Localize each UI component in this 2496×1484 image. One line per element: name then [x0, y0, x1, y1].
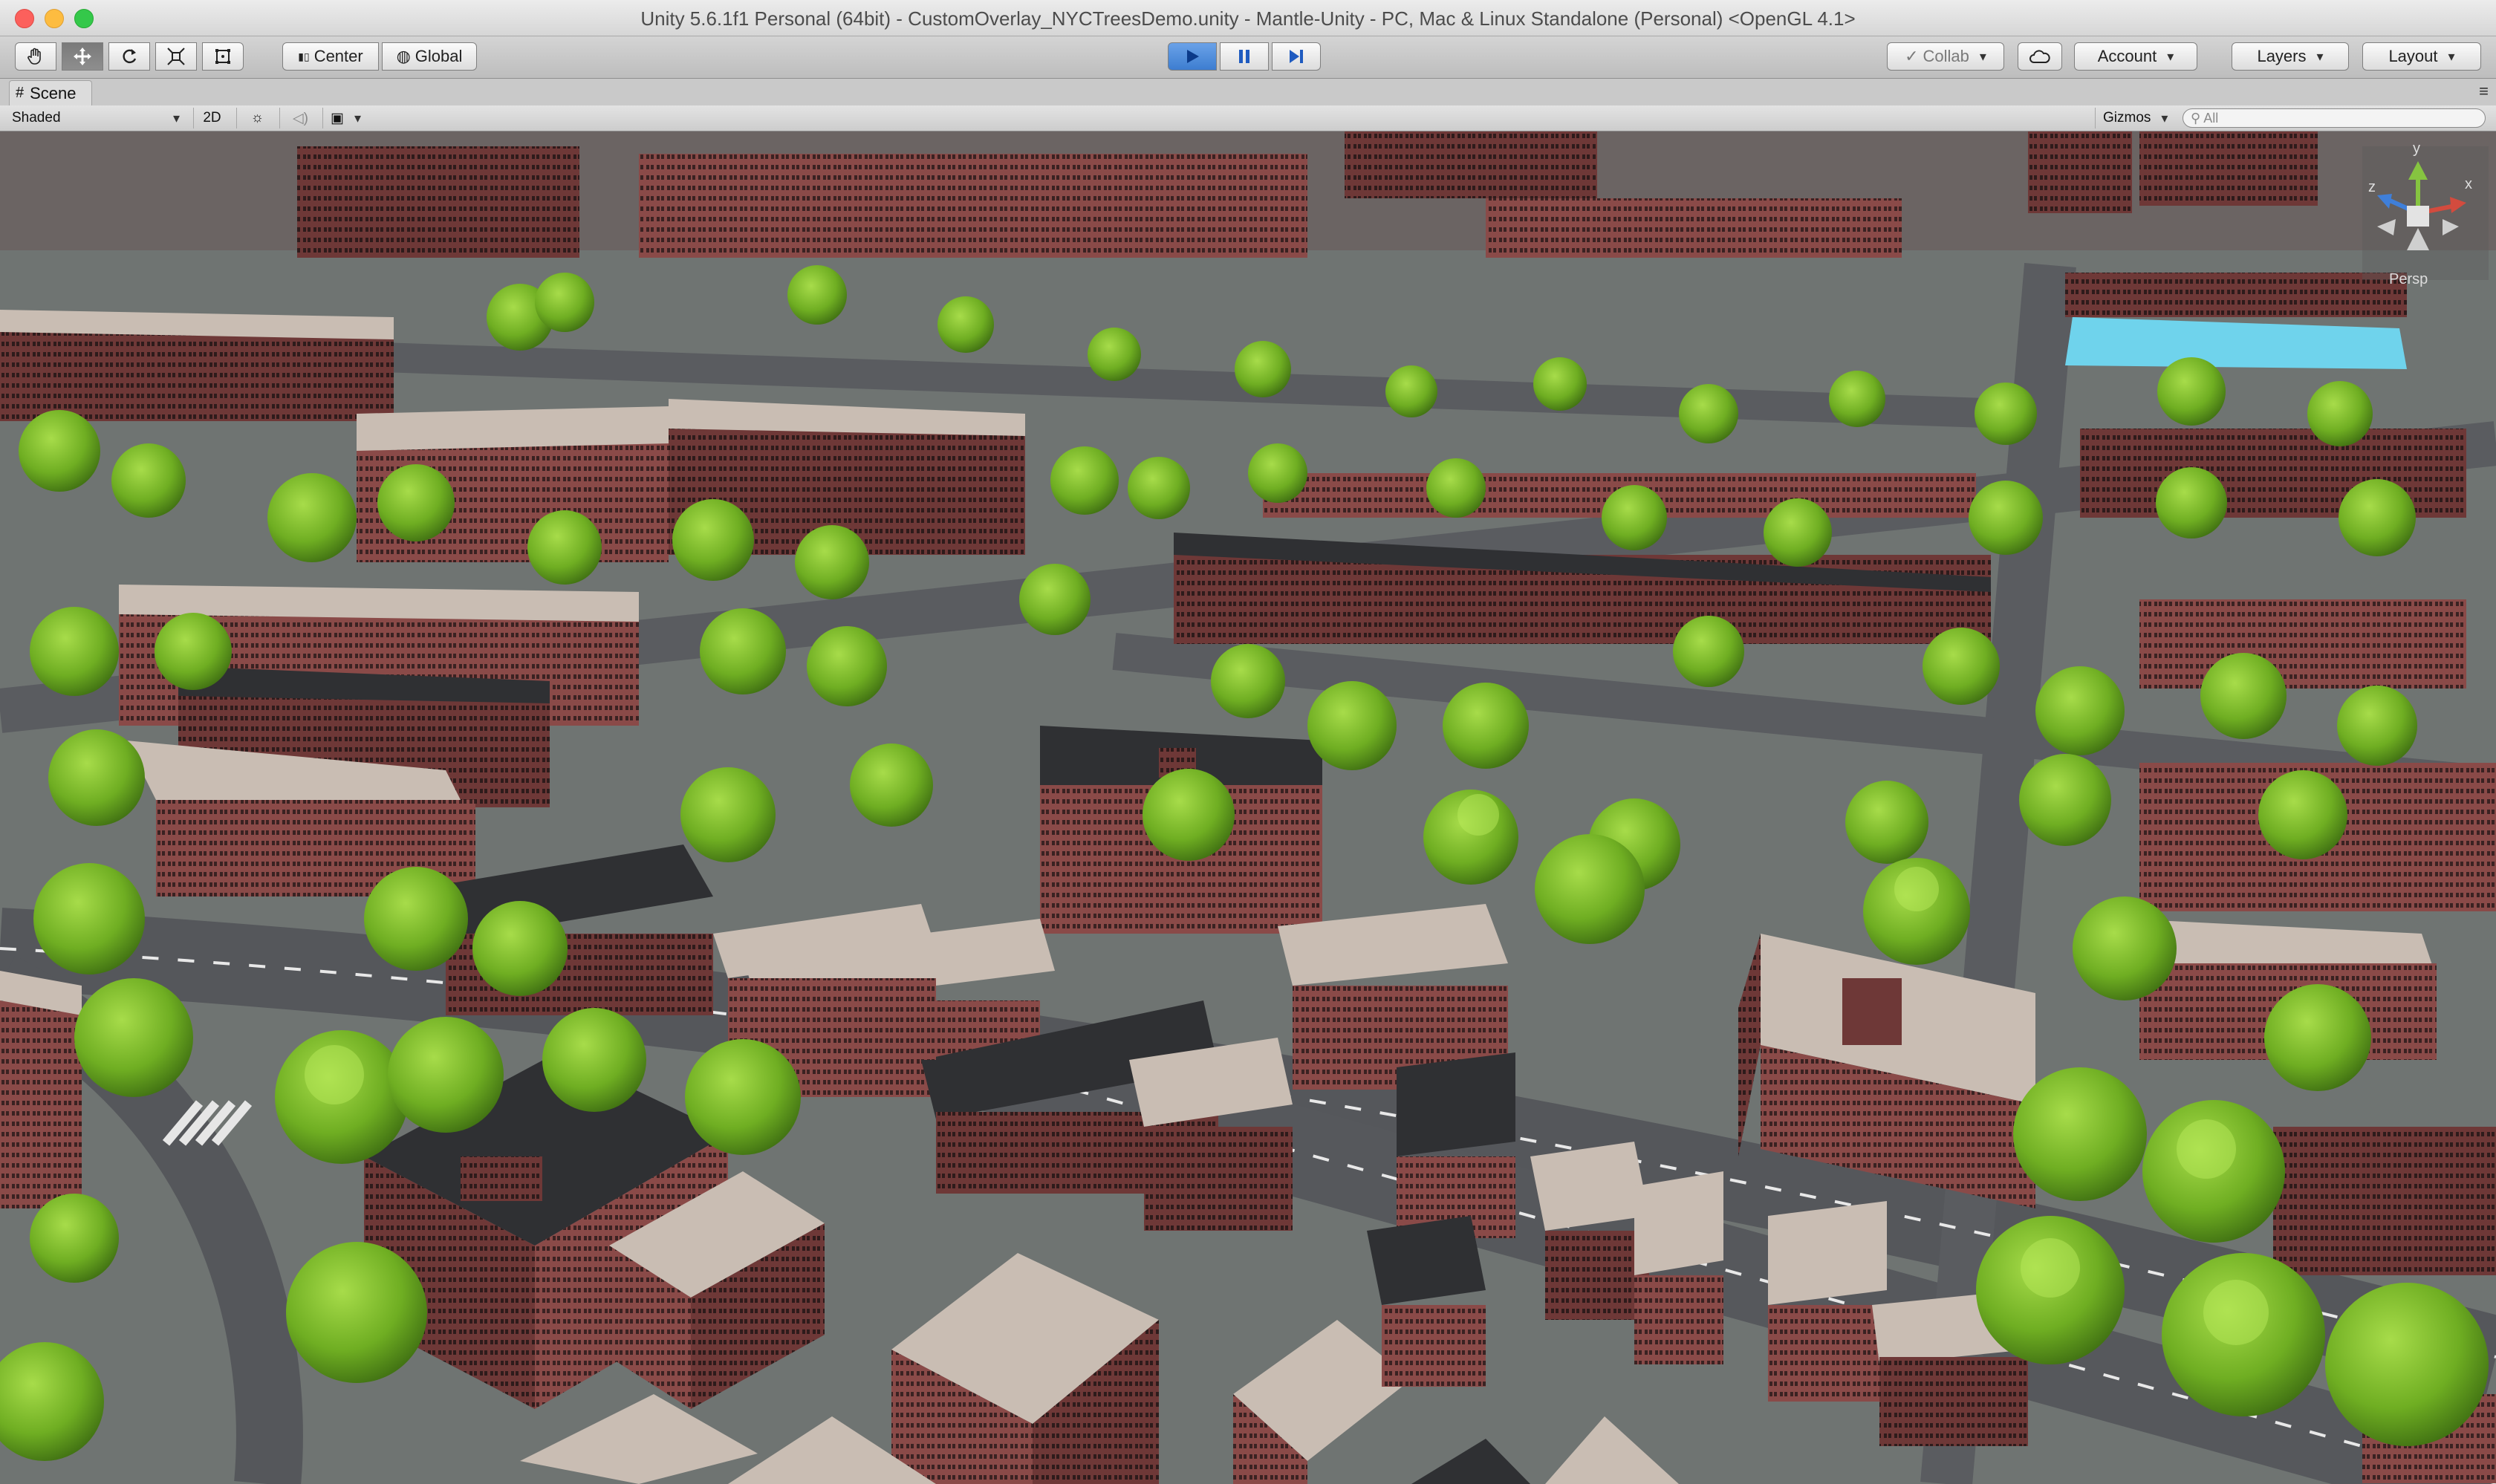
- account-dropdown[interactable]: Account: [2074, 42, 2197, 71]
- speaker-icon: ◁): [293, 110, 308, 126]
- step-icon: [1290, 50, 1303, 63]
- cloud-icon: [2029, 50, 2050, 63]
- rect-tool-icon: [215, 49, 230, 64]
- tab-scene[interactable]: # Scene: [9, 80, 92, 105]
- window-title: Unity 5.6.1f1 Personal (64bit) - CustomO…: [640, 7, 1856, 30]
- pivot-center-icon: ▮▯: [298, 50, 310, 62]
- search-icon: ⚲: [2191, 110, 2201, 126]
- collab-dropdown[interactable]: ✓ Collab: [1887, 42, 2004, 71]
- shading-mode-dropdown[interactable]: Shaded: [4, 108, 187, 128]
- image-icon: ▣: [331, 110, 344, 126]
- lighting-toggle[interactable]: ☼: [236, 108, 278, 128]
- tab-menu-icon[interactable]: ≡: [2479, 82, 2489, 101]
- city-3d-render: [0, 131, 2496, 1484]
- play-button[interactable]: [1168, 42, 1217, 71]
- gizmos-label: Gizmos: [2103, 110, 2151, 126]
- shading-mode-label: Shaded: [12, 110, 61, 126]
- 2d-toggle[interactable]: 2D: [193, 108, 230, 128]
- scene-viewport[interactable]: y x z Persp: [0, 131, 2496, 1484]
- scale-tool-button[interactable]: [155, 42, 197, 71]
- layers-label: Layers: [2257, 47, 2307, 65]
- pause-icon: [1239, 50, 1249, 63]
- check-icon: ✓: [1905, 47, 1919, 65]
- rect-tool-button[interactable]: [202, 42, 244, 71]
- rotate-icon: [123, 49, 137, 64]
- effects-dropdown[interactable]: ▣: [322, 108, 377, 128]
- main-toolbar: ▮▯ Center ◍ Global ✓ Collab Account Laye…: [0, 36, 2496, 79]
- move-tool-button[interactable]: [62, 42, 103, 71]
- layout-dropdown[interactable]: Layout: [2362, 42, 2481, 71]
- scale-icon: [167, 48, 185, 65]
- orientation-gizmo-handle[interactable]: [2362, 146, 2489, 280]
- cloud-services-button[interactable]: [2018, 42, 2062, 71]
- hand-icon: [27, 48, 41, 65]
- grid-icon: #: [16, 85, 25, 101]
- sun-icon: ☼: [250, 110, 264, 126]
- scene-tab-strip: # Scene ≡: [0, 79, 2496, 106]
- globe-icon: ◍: [396, 47, 411, 65]
- collab-label: Collab: [1923, 47, 1969, 65]
- audio-toggle[interactable]: ◁): [279, 108, 321, 128]
- hand-tool-button[interactable]: [15, 42, 56, 71]
- move-icon: [74, 48, 91, 65]
- pivot-rotation-button[interactable]: ◍ Global: [382, 42, 477, 71]
- title-bar: Unity 5.6.1f1 Personal (64bit) - CustomO…: [0, 0, 2496, 36]
- pivot-mode-button[interactable]: ▮▯ Center: [282, 42, 379, 71]
- rotate-tool-button[interactable]: [108, 42, 150, 71]
- tab-scene-label: Scene: [30, 83, 77, 102]
- layers-dropdown[interactable]: Layers: [2232, 42, 2349, 71]
- account-label: Account: [2097, 47, 2157, 65]
- gizmos-dropdown[interactable]: Gizmos: [2095, 108, 2178, 128]
- pause-button[interactable]: [1220, 42, 1269, 71]
- search-placeholder: All: [2203, 110, 2219, 126]
- scene-options-bar: Shaded 2D ☼ ◁) ▣ Gizmos ⚲ All: [0, 105, 2496, 131]
- play-icon: [1187, 50, 1199, 63]
- scene-search-input[interactable]: ⚲ All: [2183, 108, 2486, 128]
- layout-label: Layout: [2388, 47, 2438, 65]
- pivot-mode-label: Center: [313, 47, 363, 65]
- step-button[interactable]: [1272, 42, 1321, 71]
- pivot-rotation-label: Global: [415, 47, 463, 65]
- 2d-label: 2D: [203, 110, 221, 126]
